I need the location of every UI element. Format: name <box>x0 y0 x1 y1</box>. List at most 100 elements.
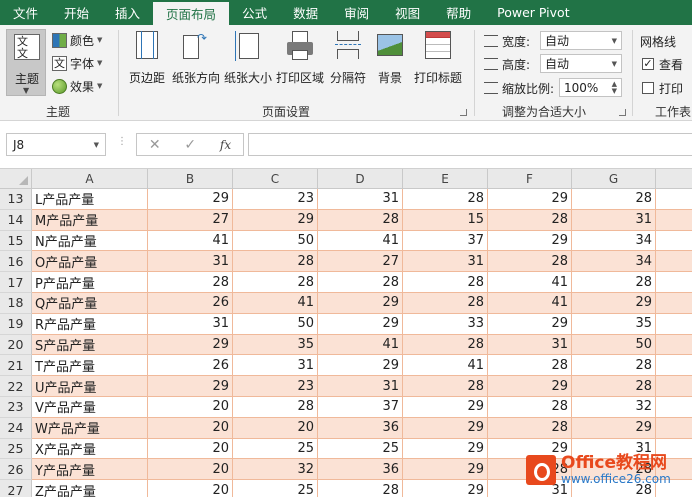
cell-value[interactable]: 28 <box>318 209 403 231</box>
cell-empty[interactable] <box>656 251 692 273</box>
print-titles-button[interactable]: 打印标题 <box>410 31 466 97</box>
background-button[interactable]: 背景 <box>372 31 408 97</box>
cell-value[interactable]: 29 <box>572 293 656 314</box>
cell-value[interactable]: 41 <box>318 230 403 252</box>
enter-icon[interactable]: ✓ <box>184 137 196 153</box>
cell-value[interactable]: 31 <box>572 209 656 231</box>
cell-value[interactable]: 41 <box>233 293 318 314</box>
cell-value[interactable]: 26 <box>148 293 233 314</box>
tab-7[interactable]: 视图 <box>382 0 433 25</box>
cell-value[interactable]: 29 <box>488 230 572 252</box>
cell-value[interactable]: 28 <box>488 397 572 418</box>
size-button[interactable]: 纸张大小 <box>222 31 274 97</box>
cell-value[interactable]: 29 <box>572 417 656 439</box>
insert-function-icon[interactable]: fx <box>220 138 231 152</box>
row-header[interactable]: 17 <box>0 272 32 293</box>
cell-product-name[interactable]: S产品产量 <box>32 334 148 356</box>
cell-product-name[interactable]: P产品产量 <box>32 272 148 293</box>
cell-value[interactable]: 32 <box>233 459 318 481</box>
cell-value[interactable]: 29 <box>488 313 572 335</box>
orientation-button[interactable]: ↷ 纸张方向 <box>170 31 222 97</box>
cell-value[interactable]: 25 <box>233 438 318 460</box>
cell-empty[interactable] <box>656 355 692 377</box>
cell-value[interactable]: 28 <box>233 397 318 418</box>
cell-value[interactable]: 41 <box>488 272 572 293</box>
cell-value[interactable]: 28 <box>318 480 403 497</box>
cell-value[interactable]: 27 <box>318 251 403 273</box>
cell-value[interactable]: 29 <box>403 438 488 460</box>
row-header[interactable]: 13 <box>0 189 32 210</box>
cell-value[interactable]: 25 <box>233 480 318 497</box>
cell-value[interactable]: 28 <box>488 355 572 377</box>
cell-value[interactable]: 15 <box>403 209 488 231</box>
tab-6[interactable]: 审阅 <box>331 0 382 25</box>
cell-empty[interactable] <box>656 230 692 252</box>
cell-value[interactable]: 31 <box>488 334 572 356</box>
cell-product-name[interactable]: M产品产量 <box>32 209 148 231</box>
cell-value[interactable]: 50 <box>572 334 656 356</box>
cell-empty[interactable] <box>656 189 692 210</box>
cell-value[interactable]: 34 <box>572 251 656 273</box>
cell-value[interactable]: 27 <box>148 209 233 231</box>
cell-value[interactable]: 29 <box>403 397 488 418</box>
cell-value[interactable]: 34 <box>572 230 656 252</box>
cell-empty[interactable] <box>656 417 692 439</box>
cell-value[interactable]: 36 <box>318 417 403 439</box>
cell-value[interactable]: 28 <box>403 189 488 210</box>
formula-input[interactable] <box>248 133 692 156</box>
cell-value[interactable]: 36 <box>318 459 403 481</box>
cell-value[interactable]: 31 <box>318 189 403 210</box>
tab-1[interactable]: 开始 <box>51 0 102 25</box>
cell-value[interactable]: 28 <box>572 376 656 397</box>
cell-value[interactable]: 29 <box>488 189 572 210</box>
print-area-button[interactable]: 打印区域 <box>274 31 326 97</box>
cell-empty[interactable] <box>656 376 692 397</box>
tab-5[interactable]: 数据 <box>280 0 331 25</box>
cell-product-name[interactable]: T产品产量 <box>32 355 148 377</box>
cell-product-name[interactable]: Y产品产量 <box>32 459 148 481</box>
cell-value[interactable]: 31 <box>148 313 233 335</box>
gridlines-print-option[interactable]: 打印 <box>642 78 683 98</box>
cell-value[interactable]: 33 <box>403 313 488 335</box>
cell-empty[interactable] <box>656 293 692 314</box>
cell-value[interactable]: 29 <box>403 417 488 439</box>
theme-fonts-button[interactable]: 文 字体 ▼ <box>52 53 102 73</box>
row-header[interactable]: 27 <box>0 480 32 497</box>
cell-value[interactable]: 29 <box>403 459 488 481</box>
tab-8[interactable]: 帮助 <box>433 0 484 25</box>
cell-value[interactable]: 29 <box>148 189 233 210</box>
cell-value[interactable]: 37 <box>318 397 403 418</box>
row-header[interactable]: 16 <box>0 251 32 273</box>
cell-product-name[interactable]: Q产品产量 <box>32 293 148 314</box>
cell-value[interactable]: 20 <box>148 417 233 439</box>
cell-value[interactable]: 28 <box>488 417 572 439</box>
cell-value[interactable]: 20 <box>148 397 233 418</box>
row-header[interactable]: 25 <box>0 438 32 460</box>
row-header[interactable]: 15 <box>0 230 32 252</box>
row-header[interactable]: 22 <box>0 376 32 397</box>
scale-to-fit-launcher-icon[interactable] <box>619 109 626 116</box>
cell-value[interactable]: 29 <box>233 209 318 231</box>
row-header[interactable]: 19 <box>0 313 32 335</box>
tab-4[interactable]: 公式 <box>229 0 280 25</box>
cell-product-name[interactable]: O产品产量 <box>32 251 148 273</box>
cell-value[interactable]: 28 <box>318 272 403 293</box>
theme-effects-button[interactable]: 效果 ▼ <box>52 76 102 96</box>
cell-product-name[interactable]: W产品产量 <box>32 417 148 439</box>
cell-value[interactable]: 29 <box>488 376 572 397</box>
column-header-g[interactable]: G <box>572 169 656 189</box>
row-header[interactable]: 21 <box>0 355 32 377</box>
column-header-d[interactable]: D <box>318 169 403 189</box>
cell-empty[interactable] <box>656 397 692 418</box>
cell-value[interactable]: 50 <box>233 230 318 252</box>
tab-9[interactable]: Power Pivot <box>484 0 582 25</box>
column-header-b[interactable]: B <box>148 169 233 189</box>
row-header[interactable]: 18 <box>0 293 32 314</box>
page-setup-launcher-icon[interactable] <box>460 109 467 116</box>
gridlines-view-option[interactable]: ✓ 查看 <box>642 54 683 74</box>
cell-empty[interactable] <box>656 313 692 335</box>
cell-value[interactable]: 41 <box>148 230 233 252</box>
cell-value[interactable]: 25 <box>318 438 403 460</box>
cell-value[interactable]: 50 <box>233 313 318 335</box>
cell-value[interactable]: 29 <box>148 334 233 356</box>
